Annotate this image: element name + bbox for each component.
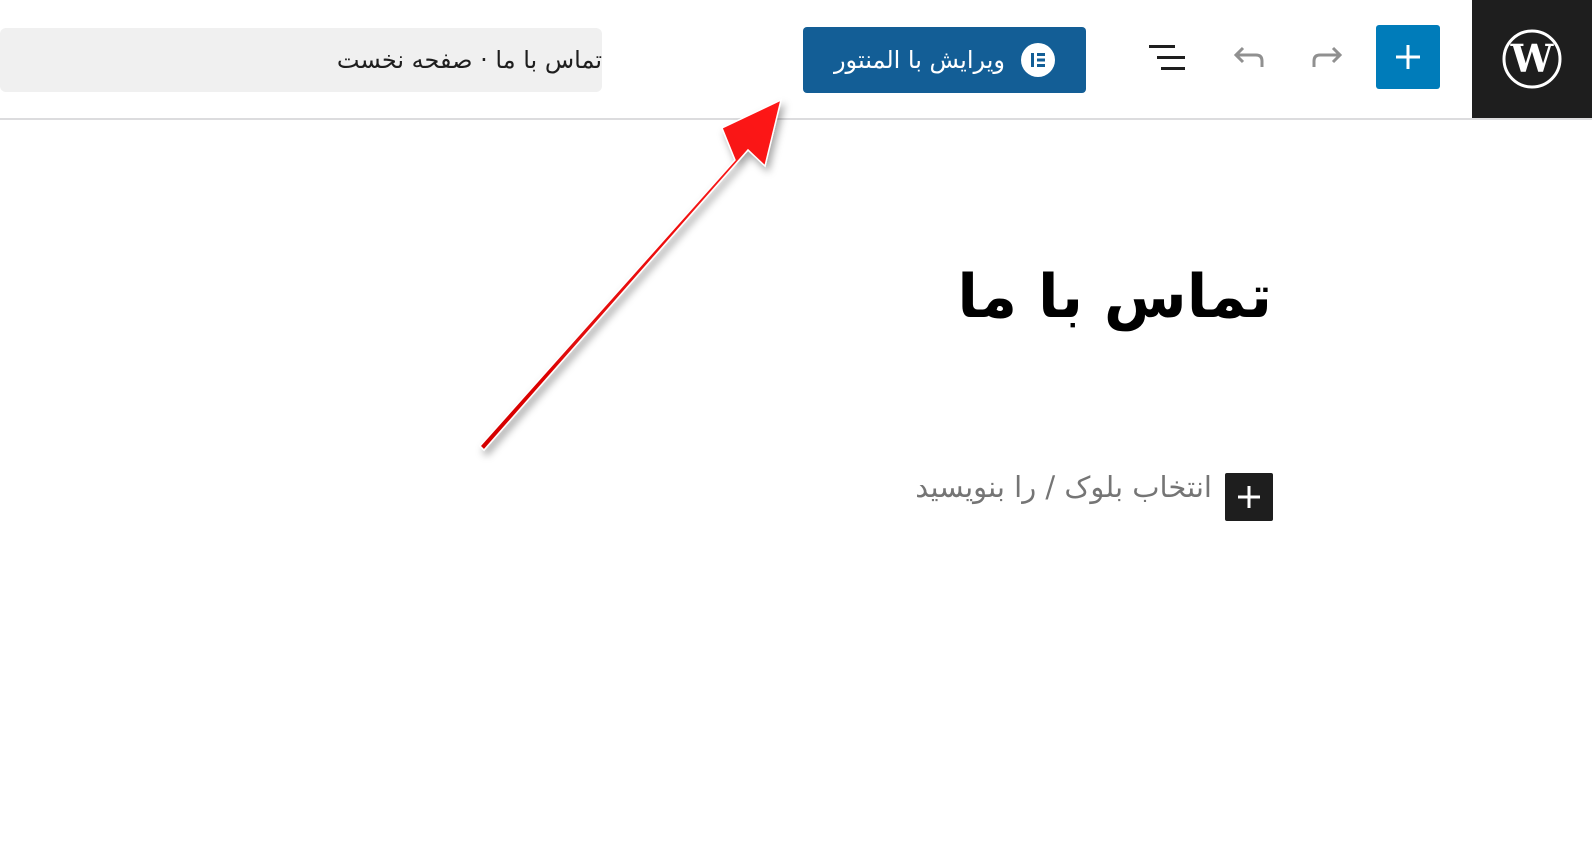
- svg-text:W: W: [1510, 36, 1555, 81]
- document-title: تماس با ما · صفحه نخست: [336, 46, 602, 74]
- document-title-bar[interactable]: تماس با ما · صفحه نخست: [0, 28, 602, 92]
- redo-icon: [1312, 46, 1343, 67]
- list-view-button[interactable]: [1143, 34, 1191, 82]
- add-block-button[interactable]: [1225, 473, 1273, 521]
- block-inserter-button[interactable]: [1376, 25, 1440, 89]
- redo-button[interactable]: [1304, 34, 1352, 82]
- edit-with-elementor-button[interactable]: ویرایش با المنتور: [803, 27, 1086, 93]
- elementor-icon: [1021, 43, 1056, 77]
- undo-button[interactable]: [1224, 34, 1272, 82]
- wordpress-logo-icon: W: [1502, 29, 1562, 89]
- post-title[interactable]: تماس با ما: [700, 262, 1272, 332]
- annotation-arrow: [478, 98, 783, 452]
- editor-toolbar: W ویرایش با المنتور تماس با ما · صفحه نخ…: [0, 0, 1592, 120]
- undo-icon: [1233, 46, 1264, 67]
- plus-icon: [1396, 45, 1420, 69]
- edit-with-elementor-label: ویرایش با المنتور: [833, 46, 1006, 74]
- list-view-icon: [1149, 45, 1185, 70]
- wordpress-logo-button[interactable]: W: [1472, 0, 1592, 118]
- plus-icon: [1238, 486, 1260, 508]
- block-placeholder[interactable]: انتخاب بلوک / را بنویسید: [760, 470, 1212, 504]
